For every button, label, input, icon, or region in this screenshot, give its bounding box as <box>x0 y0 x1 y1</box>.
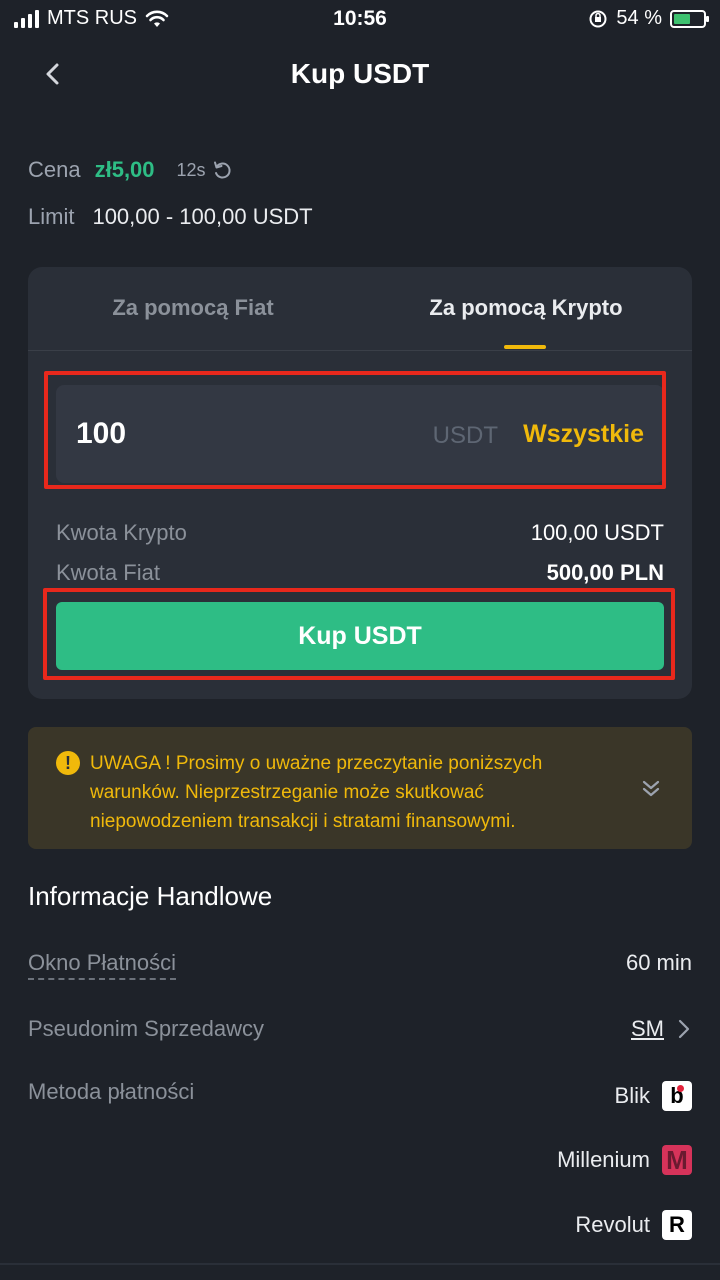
seller-name-link[interactable]: SM <box>631 1016 664 1042</box>
chevrons-down-icon <box>642 780 660 797</box>
seller-label: Pseudonim Sprzedawcy <box>28 1016 265 1041</box>
limit-row: Limit 100,00 - 100,00 USDT <box>28 204 313 230</box>
warning-icon: ! <box>56 751 80 775</box>
payment-method-revolut: Revolut R <box>575 1210 692 1240</box>
refresh-timer[interactable]: 12s <box>177 158 234 182</box>
millenium-logo-icon: M <box>662 1145 692 1175</box>
crypto-amount-label: Kwota Krypto <box>56 520 187 545</box>
revolut-logo-icon: R <box>662 1210 692 1240</box>
payment-method-name: Revolut <box>575 1212 650 1237</box>
warning-text: UWAGA ! Prosimy o uważne przeczytanie po… <box>90 753 543 832</box>
warning-banner[interactable]: ! UWAGA ! Prosimy o uważne przeczytanie … <box>28 727 692 849</box>
payment-method-millenium: Millenium M <box>557 1145 692 1175</box>
limit-label: Limit <box>28 204 75 229</box>
payment-method-label: Metoda płatności <box>28 1079 195 1104</box>
orientation-lock-icon <box>589 10 607 27</box>
timer-value: 12s <box>176 159 206 180</box>
limit-value: 100,00 - 100,00 USDT <box>92 204 313 229</box>
payment-method-name: Millenium <box>557 1147 650 1172</box>
price-row: Cena zł5,00 12s <box>28 157 234 183</box>
payment-method-name: Blik <box>614 1083 650 1108</box>
refresh-icon <box>213 161 231 179</box>
payment-tabs: Za pomocą Fiat Za pomocą Krypto <box>28 267 692 351</box>
payment-window-label[interactable]: Okno Płatności <box>28 950 176 980</box>
fiat-amount-row: Kwota Fiat 500,00 PLN <box>56 560 664 586</box>
status-bar: MTS RUS 10:56 54 % <box>0 0 720 36</box>
active-tab-indicator <box>504 345 546 349</box>
fiat-amount-value: 500,00 PLN <box>546 560 664 585</box>
tab-krypto[interactable]: Za pomocą Krypto <box>360 295 692 321</box>
battery-percent: 54 % <box>616 7 662 29</box>
payment-method-blik: Blik b <box>615 1081 692 1111</box>
price-value: zł5,00 <box>94 157 155 182</box>
price-label: Cena <box>28 157 81 182</box>
crypto-amount-row: Kwota Krypto 100,00 USDT <box>56 520 664 546</box>
highlight-box <box>44 371 666 489</box>
page-title: Kup USDT <box>290 58 430 89</box>
chevron-right-icon <box>678 1019 690 1039</box>
blik-logo-icon: b <box>662 1081 692 1111</box>
highlight-box <box>43 588 675 680</box>
section-title: Informacje Handlowe <box>28 881 273 911</box>
fiat-amount-label: Kwota Fiat <box>56 560 160 585</box>
divider <box>0 1263 720 1265</box>
order-card: Za pomocą Fiat Za pomocą Krypto 100 USDT… <box>28 267 692 699</box>
tab-fiat[interactable]: Za pomocą Fiat <box>28 295 358 321</box>
payment-window-value: 60 min <box>625 950 692 975</box>
crypto-amount-value: 100,00 USDT <box>530 520 664 545</box>
battery-icon <box>670 9 709 28</box>
